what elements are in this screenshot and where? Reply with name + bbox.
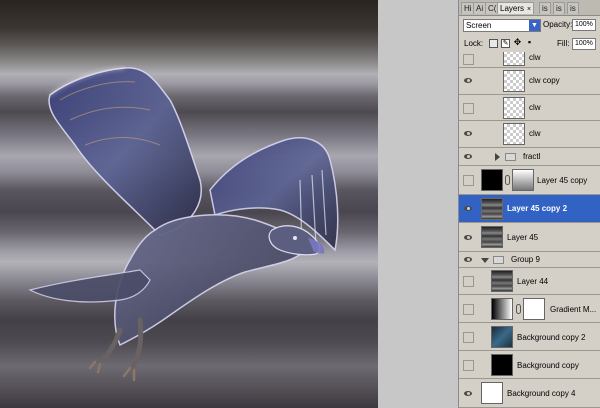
chevron-down-icon: ▼ bbox=[529, 20, 540, 31]
layer-row-clw-copy[interactable]: clw copy bbox=[459, 68, 600, 95]
layer-thumbnail bbox=[503, 52, 525, 66]
layer-group-fractl[interactable]: fractl bbox=[459, 148, 600, 166]
layer-row-clw-3[interactable]: clw bbox=[459, 121, 600, 148]
layer-row-background-copy[interactable]: Background copy bbox=[459, 351, 600, 379]
tab-layers[interactable]: Layers × bbox=[497, 2, 535, 14]
layer-row-layer-45-copy[interactable]: Layer 45 copy bbox=[459, 166, 600, 195]
visibility-toggle[interactable] bbox=[463, 360, 474, 371]
canvas-gutter bbox=[378, 0, 458, 408]
layer-thumbnail bbox=[503, 123, 525, 145]
link-icon[interactable] bbox=[505, 175, 510, 185]
layer-row-background-copy-4[interactable]: Background copy 4 bbox=[459, 379, 600, 408]
lock-label: Lock: bbox=[464, 39, 484, 48]
layer-thumbnail bbox=[481, 226, 503, 248]
fill-field[interactable]: 100% bbox=[572, 38, 596, 50]
opacity-field[interactable]: 100% bbox=[572, 19, 596, 31]
tab-other-3[interactable]: is bbox=[567, 2, 579, 14]
layer-row-layer-44[interactable]: Layer 44 bbox=[459, 268, 600, 295]
link-icon[interactable] bbox=[516, 304, 521, 314]
layer-row-background-copy-2[interactable]: Background copy 2 bbox=[459, 323, 600, 351]
layer-row-gradient-map[interactable]: Gradient M... bbox=[459, 295, 600, 323]
eye-icon[interactable] bbox=[461, 74, 475, 88]
layer-row-clw-1[interactable]: clw bbox=[459, 52, 600, 68]
visibility-toggle[interactable] bbox=[463, 54, 474, 65]
eye-icon[interactable] bbox=[461, 202, 475, 216]
layer-thumbnail bbox=[491, 270, 513, 292]
layer-thumbnail bbox=[481, 169, 503, 191]
lock-position-icon[interactable]: ✥ bbox=[513, 38, 522, 48]
folder-icon bbox=[505, 153, 516, 161]
layer-thumbnail bbox=[491, 354, 513, 376]
mask-thumbnail bbox=[523, 298, 545, 320]
collapse-arrow-icon[interactable] bbox=[481, 258, 489, 263]
lock-transparent-icon[interactable] bbox=[489, 39, 498, 48]
layer-thumbnail bbox=[491, 326, 513, 348]
visibility-toggle[interactable] bbox=[463, 276, 474, 287]
eye-icon[interactable] bbox=[461, 150, 475, 164]
eye-icon[interactable] bbox=[461, 253, 475, 267]
blend-opacity-row: Screen ▼ Opacity: 100% bbox=[459, 16, 600, 34]
lock-fill-row: Lock: ✎ ✥ ▪ Fill: 100% bbox=[459, 36, 600, 53]
tab-other-1[interactable]: is bbox=[539, 2, 551, 14]
layer-thumbnail bbox=[503, 70, 525, 92]
lock-image-icon[interactable]: ✎ bbox=[501, 39, 510, 48]
visibility-toggle[interactable] bbox=[463, 304, 474, 315]
layer-row-clw-2[interactable]: clw bbox=[459, 95, 600, 121]
layers-panel: Hi Ai C( Layers × is is is Screen ▼ Opaci… bbox=[458, 0, 600, 408]
adjustment-thumbnail bbox=[491, 298, 513, 320]
layer-thumbnail bbox=[481, 198, 503, 220]
fill-label: Fill: bbox=[557, 39, 570, 48]
folder-icon bbox=[493, 256, 504, 264]
visibility-toggle[interactable] bbox=[463, 175, 474, 186]
eye-icon[interactable] bbox=[461, 231, 475, 245]
eagle-artwork bbox=[28, 66, 339, 382]
visibility-toggle[interactable] bbox=[463, 332, 474, 343]
layer-thumbnail bbox=[503, 97, 525, 119]
eye-icon[interactable] bbox=[461, 387, 475, 401]
mask-thumbnail bbox=[512, 169, 534, 191]
visibility-toggle[interactable] bbox=[463, 103, 474, 114]
panel-tabs: Hi Ai C( Layers × is is is bbox=[459, 0, 600, 16]
tab-other-2[interactable]: is bbox=[553, 2, 565, 14]
lock-all-icon[interactable]: ▪ bbox=[525, 38, 534, 48]
close-icon[interactable]: × bbox=[527, 6, 531, 13]
layer-group-9[interactable]: Group 9 bbox=[459, 252, 600, 268]
layer-row-layer-45[interactable]: Layer 45 bbox=[459, 223, 600, 252]
layer-row-layer-45-copy-2[interactable]: Layer 45 copy 2 bbox=[459, 195, 600, 223]
layers-list: clw clw copy clw clw fractl Layer 45 cop… bbox=[459, 52, 600, 408]
opacity-label: Opacity: bbox=[543, 20, 573, 29]
expand-arrow-icon[interactable] bbox=[495, 153, 500, 161]
eye-icon[interactable] bbox=[461, 127, 475, 141]
layer-thumbnail bbox=[481, 382, 503, 404]
blend-mode-select[interactable]: Screen ▼ bbox=[463, 19, 541, 32]
document-canvas[interactable] bbox=[0, 0, 378, 408]
